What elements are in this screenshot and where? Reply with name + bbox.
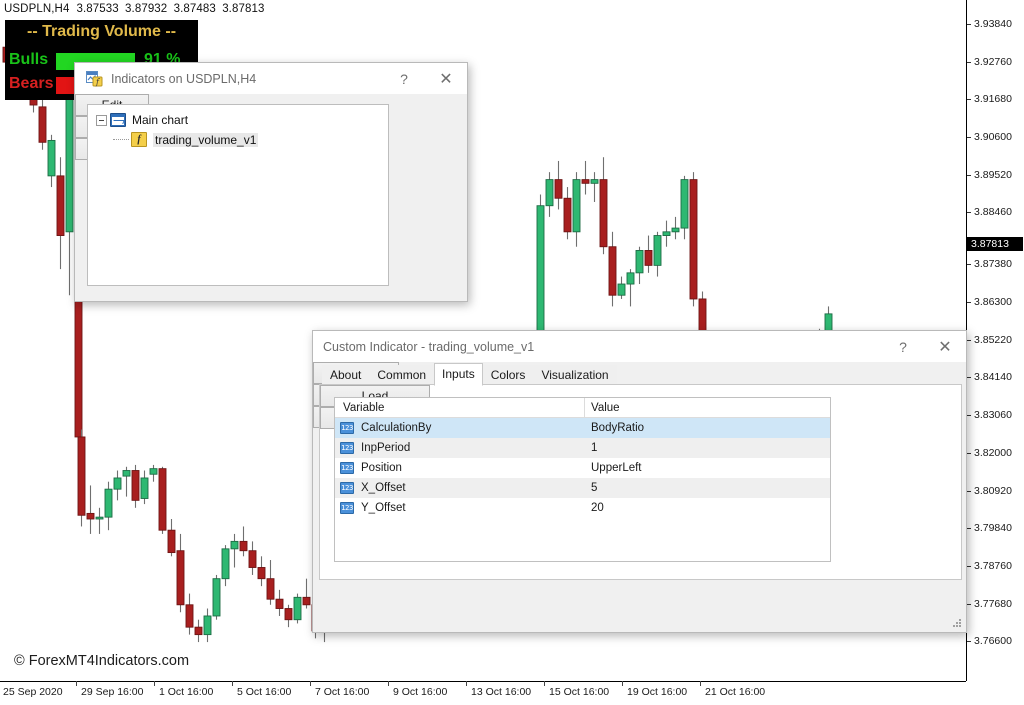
collapse-icon[interactable] — [96, 115, 107, 126]
input-variable-value[interactable]: 5 — [585, 482, 830, 494]
close-icon[interactable]: ✕ — [924, 331, 966, 362]
price-tick-label: 3.85220 — [967, 333, 1024, 347]
price-tick-label: 3.84140 — [967, 370, 1024, 384]
tree-node-main-chart[interactable]: Main chart — [96, 113, 188, 127]
input-variable-value[interactable]: UpperLeft — [585, 462, 830, 474]
price-tick-label: 3.93840 — [967, 17, 1024, 31]
input-variable-value[interactable]: BodyRatio — [585, 422, 830, 434]
current-price-label: 3.87813 — [967, 237, 1023, 251]
inputs-table[interactable]: Variable Value 123 CalculationBy BodyRatio… — [334, 397, 831, 562]
column-header-variable: Variable — [335, 398, 585, 418]
time-tick-label: 19 Oct 16:00 — [627, 686, 687, 698]
inputs-table-row[interactable]: 123 Position UpperLeft — [335, 458, 830, 478]
tab-colors[interactable]: Colors — [483, 365, 534, 385]
price-tick-label: 3.78760 — [967, 559, 1024, 573]
indicators-dialog-titlebar[interactable]: f Indicators on USDPLN,H4 ? ✕ — [75, 63, 467, 94]
time-tick-label: 5 Oct 16:00 — [237, 686, 291, 698]
mt4-chart-window: USDPLN,H43.87533 3.87932 3.87483 3.87813… — [0, 0, 1024, 705]
input-variable-name: Y_Offset — [361, 502, 406, 514]
numeric-type-icon: 123 — [340, 502, 354, 514]
bulls-label: Bulls — [9, 51, 48, 69]
tab-about[interactable]: About — [322, 365, 369, 385]
input-variable-value[interactable]: 20 — [585, 502, 830, 514]
tab-common[interactable]: Common — [369, 365, 434, 385]
price-tick-label: 3.91680 — [967, 92, 1024, 106]
tree-connector-icon — [113, 139, 129, 140]
input-variable-name: CalculationBy — [361, 422, 431, 434]
indicators-tree-list[interactable]: Main chart f trading_volume_v1 — [87, 104, 389, 286]
help-icon[interactable]: ? — [882, 331, 924, 362]
price-tick-label: 3.83060 — [967, 408, 1024, 422]
price-tick-label: 3.76600 — [967, 634, 1024, 648]
price-axis[interactable]: 3.93840 3.92760 3.91680 3.90600 3.89520 3.884… — [966, 0, 1024, 681]
inputs-table-header: Variable Value — [335, 398, 830, 418]
column-header-value: Value — [585, 398, 830, 418]
chart-icon — [110, 113, 126, 127]
trading-volume-title: -- Trading Volume -- — [5, 23, 198, 41]
price-tick-label: 3.77680 — [967, 597, 1024, 611]
tree-node-main-chart-label: Main chart — [132, 113, 188, 127]
input-variable-name: Position — [361, 462, 402, 474]
custom-indicator-window-buttons: ? ✕ — [882, 331, 966, 362]
tab-inputs[interactable]: Inputs — [434, 363, 483, 386]
price-tick-label: 3.90600 — [967, 130, 1024, 144]
price-tick-label: 3.80920 — [967, 484, 1024, 498]
indicator-function-icon: f — [131, 132, 147, 147]
indicators-dialog[interactable]: f Indicators on USDPLN,H4 ? ✕ Main chart… — [74, 62, 468, 302]
inputs-table-row[interactable]: 123 InpPeriod 1 — [335, 438, 830, 458]
tree-node-trading-volume-label: trading_volume_v1 — [153, 133, 258, 147]
time-tick-label: 29 Sep 16:00 — [81, 686, 143, 698]
numeric-type-icon: 123 — [340, 422, 354, 434]
indicators-window-icon: f — [86, 70, 103, 87]
resize-grip-icon[interactable] — [953, 619, 963, 629]
price-tick-label: 3.92760 — [967, 55, 1024, 69]
time-tick-label: 13 Oct 16:00 — [471, 686, 531, 698]
time-tick-label: 1 Oct 16:00 — [159, 686, 213, 698]
tree-node-trading-volume[interactable]: f trading_volume_v1 — [113, 132, 258, 147]
custom-indicator-tabs[interactable]: AboutCommonInputsColorsVisualization — [314, 365, 967, 385]
watermark-label: © ForexMT4Indicators.com — [14, 653, 189, 669]
input-variable-value[interactable]: 1 — [585, 442, 830, 454]
input-variable-name: X_Offset — [361, 482, 406, 494]
numeric-type-icon: 123 — [340, 462, 354, 474]
price-tick-label: 3.89520 — [967, 168, 1024, 182]
numeric-type-icon: 123 — [340, 482, 354, 494]
time-tick-label: 25 Sep 2020 — [3, 686, 63, 698]
price-tick-label: 3.82000 — [967, 446, 1024, 460]
inputs-tab-panel: Variable Value 123 CalculationBy BodyRatio… — [319, 384, 962, 580]
inputs-table-row[interactable]: 123 X_Offset 5 — [335, 478, 830, 498]
tab-visualization[interactable]: Visualization — [533, 365, 616, 385]
price-tick-label: 3.86300 — [967, 295, 1024, 309]
price-tick-label: 3.88460 — [967, 205, 1024, 219]
price-tick-label: 3.79840 — [967, 521, 1024, 535]
indicators-dialog-window-buttons: ? ✕ — [383, 63, 467, 94]
time-tick-label: 21 Oct 16:00 — [705, 686, 765, 698]
custom-indicator-title: Custom Indicator - trading_volume_v1 — [323, 340, 534, 354]
input-variable-name: InpPeriod — [361, 442, 410, 454]
bears-label: Bears — [9, 75, 53, 93]
time-tick-label: 9 Oct 16:00 — [393, 686, 447, 698]
custom-indicator-dialog[interactable]: Custom Indicator - trading_volume_v1 ? ✕… — [312, 330, 967, 633]
time-tick-label: 7 Oct 16:00 — [315, 686, 369, 698]
help-icon[interactable]: ? — [383, 63, 425, 94]
inputs-table-row[interactable]: 123 CalculationBy BodyRatio — [335, 418, 830, 438]
numeric-type-icon: 123 — [340, 442, 354, 454]
price-tick-label: 3.87380 — [967, 257, 1024, 271]
inputs-table-row[interactable]: 123 Y_Offset 20 — [335, 498, 830, 518]
indicators-dialog-title: Indicators on USDPLN,H4 — [111, 72, 256, 86]
custom-indicator-titlebar[interactable]: Custom Indicator - trading_volume_v1 ? ✕ — [313, 331, 966, 362]
close-icon[interactable]: ✕ — [425, 63, 467, 94]
time-tick-label: 15 Oct 16:00 — [549, 686, 609, 698]
time-axis[interactable]: 25 Sep 2020 29 Sep 16:00 1 Oct 16:00 5 Oct … — [0, 681, 966, 705]
